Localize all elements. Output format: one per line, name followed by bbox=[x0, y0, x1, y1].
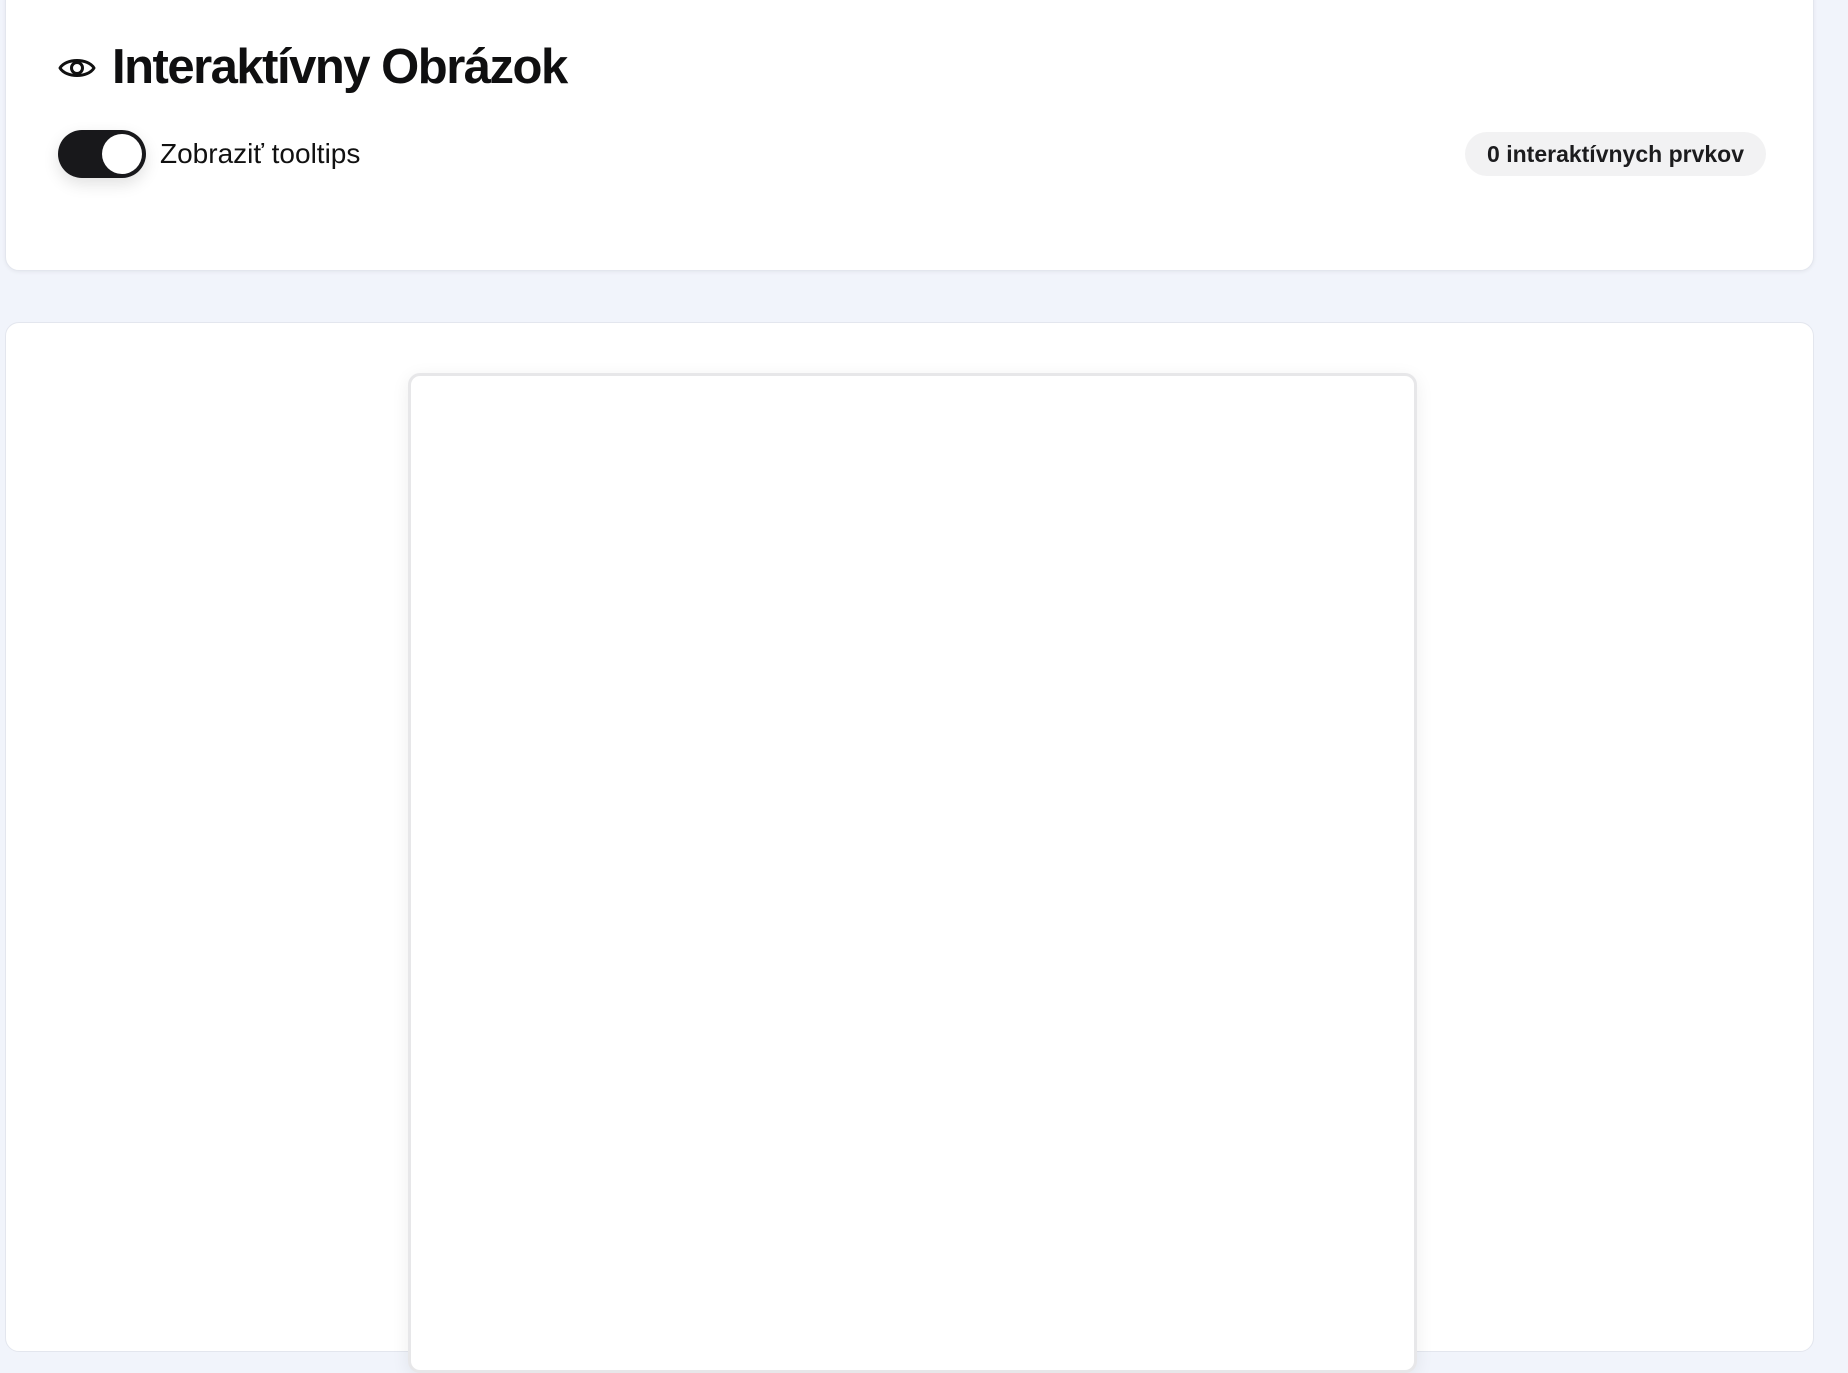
title-row: Interaktívny Obrázok bbox=[58, 40, 568, 94]
interactive-image-frame[interactable] bbox=[408, 373, 1417, 1373]
interactive-count-badge: 0 interaktívnych prvkov bbox=[1465, 132, 1766, 176]
tooltip-toggle-label: Zobraziť tooltips bbox=[160, 138, 361, 169]
eye-icon bbox=[58, 54, 96, 82]
toggle-knob bbox=[102, 134, 142, 174]
page-title: Interaktívny Obrázok bbox=[112, 40, 568, 94]
content-card bbox=[5, 322, 1814, 1373]
header-card: Interaktívny Obrázok Zobraziť tooltips 0… bbox=[5, 0, 1814, 271]
tooltip-toggle-row: Zobraziť tooltips bbox=[58, 130, 360, 178]
tooltip-toggle[interactable] bbox=[58, 130, 146, 178]
